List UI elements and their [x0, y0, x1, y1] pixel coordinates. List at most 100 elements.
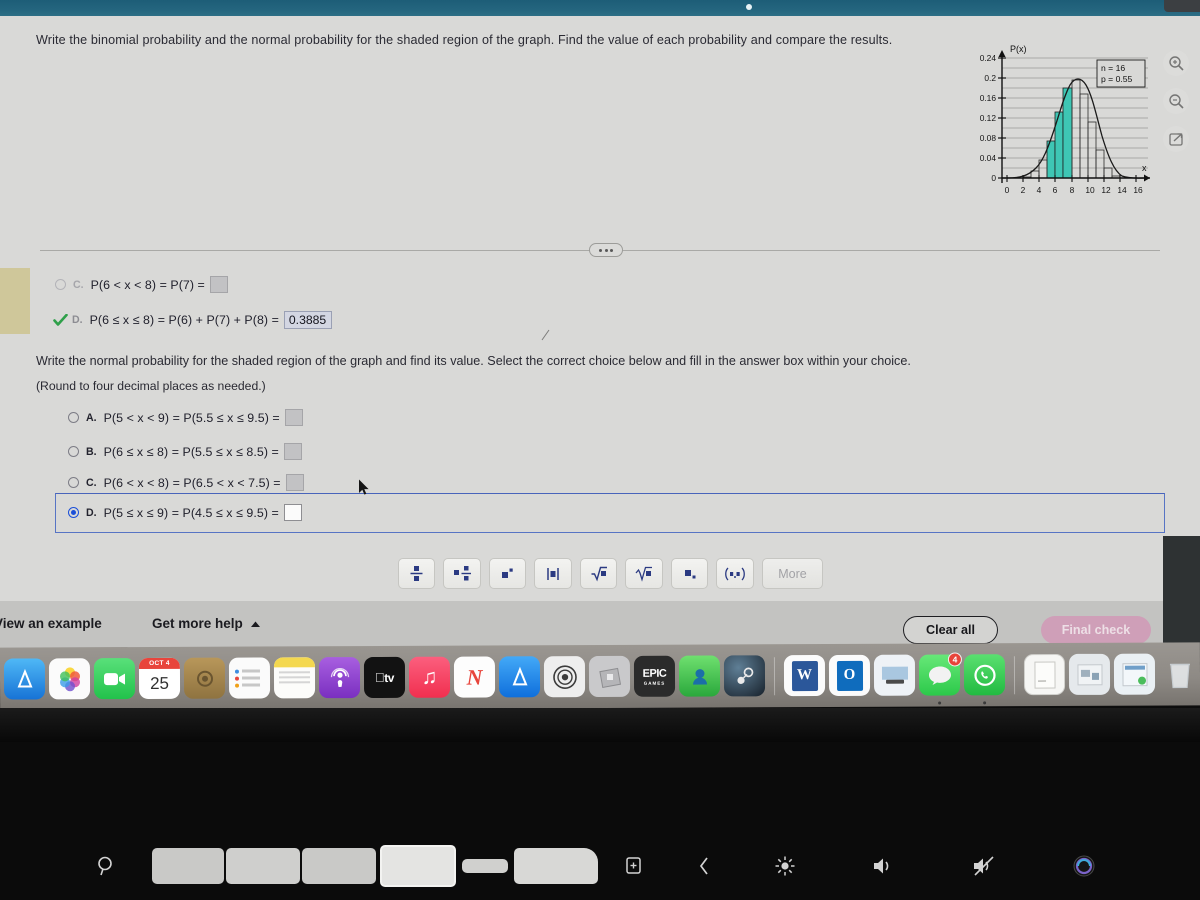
dock-item-news[interactable]: N — [453, 656, 496, 698]
svg-text:p = 0.55: p = 0.55 — [1101, 74, 1133, 84]
clear-all-button[interactable]: Clear all — [903, 616, 998, 644]
shaded-bars — [1046, 87, 1073, 179]
dock-item-preview[interactable] — [183, 657, 226, 699]
dock-item-facetime[interactable] — [93, 658, 136, 700]
q2-option-b-radio[interactable] — [68, 446, 79, 457]
dock-separator — [773, 656, 776, 695]
dock-item-roblox[interactable] — [588, 655, 631, 698]
dock-item-messages[interactable]: 4 — [918, 652, 962, 705]
page-edge-note — [0, 268, 30, 334]
dock-item-document-3[interactable] — [1113, 653, 1156, 695]
q1-option-d-answer-value[interactable]: 0.3885 — [283, 311, 333, 329]
dock-item-music[interactable]: ♫ — [408, 656, 451, 698]
q2-option-a-radio[interactable] — [68, 412, 79, 423]
dock-item-mac-app-store[interactable] — [498, 656, 541, 698]
question2-stem: Write the normal probability for the sha… — [36, 354, 911, 368]
green-check-icon — [53, 313, 68, 327]
q2-option-d-radio[interactable] — [68, 507, 79, 518]
zoom-in-icon[interactable] — [1163, 50, 1189, 76]
dock-item-podcasts[interactable] — [318, 657, 361, 699]
dock-item-document-2[interactable] — [1068, 653, 1111, 695]
more-button[interactable]: More — [761, 558, 824, 589]
touchbar-siri-icon[interactable] — [1036, 854, 1132, 878]
touchbar-app-key-small[interactable] — [462, 859, 508, 873]
q2-option-d-answer-box[interactable] — [283, 504, 302, 521]
section-divider — [40, 243, 1160, 257]
fraction-button[interactable] — [398, 558, 436, 589]
get-more-help-link[interactable]: Get more help — [152, 616, 260, 631]
svg-text:14: 14 — [1117, 185, 1127, 195]
touchbar-app-key-3[interactable] — [302, 848, 376, 884]
view-an-example-link[interactable]: View an example — [0, 616, 102, 631]
ellipsis-button[interactable] — [589, 243, 623, 257]
q2-option-d[interactable]: D. P(5 ≤ x ≤ 9) = P(4.5 ≤ x ≤ 9.5) = — [68, 504, 302, 521]
question2-rounding-note: (Round to four decimal places as needed.… — [36, 379, 266, 393]
touchbar-app-key-wide[interactable] — [514, 848, 598, 884]
dock-item-zoom-app[interactable] — [873, 654, 916, 696]
mixed-fraction-button[interactable] — [443, 558, 481, 589]
window-corner — [1164, 0, 1200, 12]
subscript-button[interactable] — [670, 558, 709, 589]
svg-text:4: 4 — [1037, 185, 1042, 195]
square-root-button[interactable] — [579, 558, 618, 589]
q2-option-c-radio[interactable] — [68, 477, 79, 488]
svg-text:0.24: 0.24 — [980, 53, 997, 63]
dock-item-app-store[interactable] — [3, 658, 46, 700]
svg-text:0.04: 0.04 — [980, 153, 997, 163]
dock-item-reminders[interactable] — [228, 657, 271, 699]
pop-out-icon[interactable] — [1163, 126, 1189, 152]
dock-item-microsoft-outlook[interactable]: O — [828, 654, 871, 697]
svg-text:8: 8 — [1070, 185, 1075, 195]
touchbar-app-key-active[interactable] — [380, 845, 456, 887]
exponent-button[interactable] — [488, 558, 527, 589]
svg-text:6: 6 — [1053, 185, 1058, 195]
dock-item-trash[interactable] — [1159, 653, 1200, 694]
q1-option-c-answer-box[interactable] — [209, 276, 228, 293]
macbook-touch-bar — [60, 838, 1180, 894]
svg-text:16: 16 — [1133, 185, 1143, 195]
q1-option-d[interactable]: D. P(6 ≤ x ≤ 8) = P(6) + P(7) + P(8) = 0… — [53, 311, 333, 329]
dock-item-safari-tech[interactable] — [543, 656, 586, 698]
final-check-button[interactable]: Final check — [1041, 616, 1151, 644]
dock-item-document-1[interactable] — [1023, 653, 1066, 696]
q2-option-b[interactable]: B. P(6 ≤ x ≤ 8) = P(5.5 ≤ x ≤ 8.5) = — [68, 443, 302, 460]
desktop-dot — [746, 4, 752, 10]
dock-separator-2 — [1013, 655, 1016, 694]
q2-option-c[interactable]: C. P(6 < x < 8) = P(6.5 < x < 7.5) = — [68, 474, 304, 491]
q1-option-c[interactable]: C. P(6 < x < 8) = P(7) = — [55, 276, 228, 293]
chart-annotation-box: n = 16 p = 0.55 — [1096, 59, 1146, 88]
touchbar-search-icon[interactable] — [60, 855, 152, 877]
touchbar-app-key-2[interactable] — [226, 848, 300, 884]
dock-item-notes[interactable] — [273, 657, 316, 699]
dock-item-calendar[interactable]: OCT 4 25 — [138, 657, 181, 700]
q2-option-a[interactable]: A. P(5 < x < 9) = P(5.5 ≤ x ≤ 9.5) = — [68, 409, 303, 426]
dock-item-whatsapp[interactable] — [963, 654, 1006, 705]
q2-option-b-answer-box[interactable] — [283, 443, 302, 460]
question1-stem: Write the binomial probability and the n… — [36, 33, 893, 47]
touchbar-volume-up-icon[interactable] — [832, 856, 932, 876]
dock-item-microsoft-word[interactable]: W — [783, 655, 826, 697]
dock-item-steam[interactable] — [723, 655, 766, 697]
svg-text:12: 12 — [1101, 185, 1111, 195]
touchbar-app-key-1[interactable] — [152, 848, 224, 884]
dock-item-apple-tv[interactable]: tv — [363, 656, 406, 699]
q1-option-c-letter: C. — [73, 278, 84, 291]
touchbar-back-icon[interactable] — [670, 855, 738, 877]
nth-root-button[interactable] — [625, 558, 663, 589]
q1-option-c-radio[interactable] — [55, 279, 66, 290]
dock-item-green-app[interactable] — [678, 655, 721, 697]
zoom-out-icon[interactable] — [1163, 88, 1189, 114]
q2-option-b-letter: B. — [86, 445, 97, 458]
dock-item-epic-games[interactable]: EPIC GAMES — [633, 655, 676, 697]
q2-option-c-expression: P(6 < x < 8) = P(6.5 < x < 7.5) = — [103, 475, 281, 490]
touchbar-brightness-icon[interactable] — [738, 855, 832, 877]
touchbar-mute-icon[interactable] — [932, 855, 1036, 877]
dock-item-photos[interactable] — [48, 658, 91, 700]
q2-option-a-answer-box[interactable] — [284, 409, 303, 426]
q2-option-a-letter: A. — [86, 411, 97, 424]
touchbar-screenshot-icon[interactable] — [598, 855, 670, 877]
q2-option-c-answer-box[interactable] — [285, 474, 304, 491]
absolute-value-button[interactable] — [534, 558, 572, 589]
svg-text:10: 10 — [1085, 185, 1095, 195]
interval-button[interactable] — [716, 558, 754, 589]
